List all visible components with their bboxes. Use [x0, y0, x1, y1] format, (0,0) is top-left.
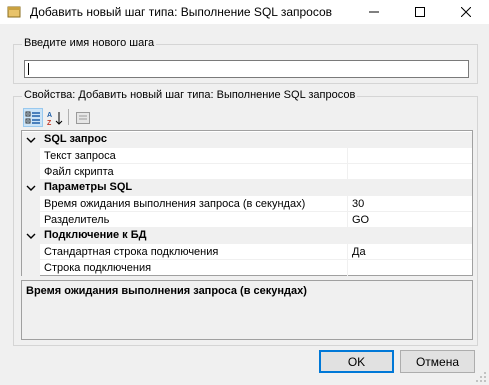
categorized-button[interactable] [23, 108, 43, 127]
property-value[interactable]: Да [352, 246, 366, 258]
column-divider [347, 164, 348, 180]
column-divider [347, 196, 348, 212]
svg-text:A: A [47, 112, 52, 119]
minimize-icon [369, 11, 379, 13]
close-button[interactable] [443, 0, 489, 24]
category-db-connection[interactable]: Подключение к БД [22, 228, 472, 244]
category-sql-query[interactable]: SQL запрос [22, 132, 472, 148]
property-name: Время ожидания выполнения запроса (в сек… [44, 198, 306, 210]
chevron-down-icon[interactable] [26, 183, 36, 193]
property-description-panel: Время ожидания выполнения запроса (в сек… [21, 280, 473, 340]
properties-group: Свойства: Добавить новый шаг типа: Выпол… [13, 89, 478, 346]
row-margin [22, 164, 40, 180]
column-divider [347, 212, 348, 228]
column-divider [347, 260, 348, 276]
alphabetical-icon: A Z [47, 111, 63, 126]
step-name-group: Введите имя нового шага [13, 37, 478, 84]
categorized-icon [25, 111, 40, 124]
step-name-legend: Введите имя нового шага [22, 37, 157, 49]
column-divider [347, 148, 348, 164]
maximize-button[interactable] [397, 0, 443, 24]
property-grid-toolbar: A Z [21, 106, 471, 128]
property-pages-button[interactable] [73, 108, 93, 127]
property-name: Разделитель [44, 214, 110, 226]
property-value[interactable]: 30 [352, 198, 364, 210]
property-row[interactable]: Разделитель GO [22, 212, 472, 228]
property-name: Текст запроса [44, 150, 116, 162]
row-margin [22, 260, 40, 276]
category-sql-parameters[interactable]: Параметры SQL [22, 180, 472, 196]
column-divider [347, 244, 348, 260]
close-icon [461, 7, 471, 17]
category-label: SQL запрос [44, 133, 107, 145]
property-row[interactable]: Время ожидания выполнения запроса (в сек… [22, 196, 472, 212]
chevron-down-icon[interactable] [26, 231, 36, 241]
row-margin [22, 244, 40, 260]
title-bar[interactable]: Добавить новый шаг типа: Выполнение SQL … [0, 0, 489, 24]
properties-legend: Свойства: Добавить новый шаг типа: Выпол… [22, 89, 358, 101]
svg-text:Z: Z [47, 120, 52, 126]
category-label: Подключение к БД [44, 229, 147, 241]
category-label: Параметры SQL [44, 181, 133, 193]
app-icon [7, 6, 21, 18]
toolbar-separator [68, 109, 69, 125]
resize-grip-icon[interactable] [475, 371, 487, 383]
property-row[interactable]: Файл скрипта [22, 164, 472, 180]
property-value[interactable]: GO [352, 214, 369, 226]
property-name: Стандартная строка подключения [44, 246, 219, 258]
chevron-down-icon[interactable] [26, 135, 36, 145]
text-caret [28, 63, 29, 75]
row-margin [22, 212, 40, 228]
property-name: Строка подключения [44, 262, 152, 274]
window-title: Добавить новый шаг типа: Выполнение SQL … [30, 5, 333, 19]
row-margin [22, 196, 40, 212]
cancel-button[interactable]: Отмена [400, 350, 475, 373]
property-row[interactable]: Текст запроса [22, 148, 472, 164]
description-title: Время ожидания выполнения запроса (в сек… [26, 285, 307, 297]
minimize-button[interactable] [351, 0, 397, 24]
property-name: Файл скрипта [44, 166, 114, 178]
row-margin [22, 148, 40, 164]
step-name-input[interactable] [24, 60, 469, 78]
ok-button[interactable]: OK [319, 350, 394, 373]
maximize-icon [415, 7, 425, 17]
property-pages-icon [76, 111, 90, 124]
property-grid[interactable]: SQL запрос Текст запроса Файл скрипта Па… [21, 130, 473, 276]
property-row[interactable]: Строка подключения [22, 260, 472, 276]
property-row[interactable]: Стандартная строка подключения Да [22, 244, 472, 260]
alphabetical-button[interactable]: A Z [45, 108, 65, 127]
